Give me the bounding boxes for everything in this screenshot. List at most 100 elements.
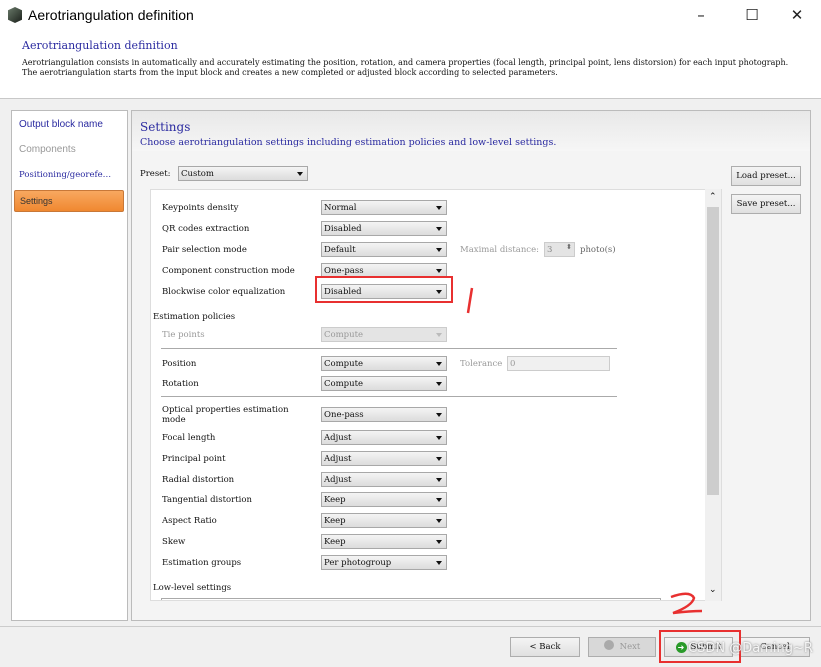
radial-select[interactable]: Adjust	[321, 472, 447, 487]
position-value: Compute	[324, 359, 364, 369]
focal-value: Adjust	[324, 433, 352, 443]
component-select[interactable]: One-pass	[321, 263, 447, 278]
pair-select[interactable]: Default	[321, 242, 447, 257]
principal-value: Adjust	[324, 454, 352, 464]
chevron-down-icon	[436, 436, 442, 440]
rotation-value: Compute	[324, 379, 364, 389]
keypoints-select[interactable]: Normal	[321, 200, 447, 215]
chevron-down-icon	[436, 206, 442, 210]
maximal-distance-unit: photo(s)	[580, 245, 616, 255]
position-label: Position	[162, 359, 197, 369]
qr-value: Disabled	[324, 224, 362, 234]
next-button[interactable]: Next	[588, 637, 656, 657]
focal-select[interactable]: Adjust	[321, 430, 447, 445]
sidebar-item-positioning[interactable]: Positioning/georefe…	[19, 170, 111, 180]
pair-value: Default	[324, 245, 356, 255]
chevron-down-icon	[436, 382, 442, 386]
description-line: The aerotriangulation starts from the in…	[22, 68, 558, 77]
rotation-label: Rotation	[162, 379, 199, 389]
app-icon	[8, 7, 22, 23]
tolerance-input[interactable]: 0	[507, 356, 610, 371]
window-title: Aerotriangulation definition	[28, 7, 194, 23]
preset-select[interactable]: Custom	[178, 166, 308, 181]
principal-label: Principal point	[162, 454, 226, 464]
settings-page: Settings Choose aerotriangulation settin…	[131, 110, 811, 621]
chevron-down-icon	[436, 561, 442, 565]
tangential-label: Tangential distortion	[162, 495, 252, 505]
vertical-scrollbar[interactable]: ⌃ ⌄	[705, 189, 721, 601]
groups-label: Estimation groups	[162, 558, 242, 568]
chevron-down-icon	[436, 540, 442, 544]
chevron-down-icon	[436, 333, 442, 337]
next-label: Next	[619, 642, 641, 652]
load-preset-button[interactable]: Load preset...	[731, 166, 801, 186]
chevron-up-icon[interactable]: ⌃	[709, 192, 717, 202]
principal-select[interactable]: Adjust	[321, 451, 447, 466]
chevron-down-icon	[436, 478, 442, 482]
aspect-label: Aspect Ratio	[162, 516, 217, 526]
chevron-down-icon	[436, 227, 442, 231]
page-subtitle: Choose aerotriangulation settings includ…	[140, 137, 557, 148]
position-select[interactable]: Compute	[321, 356, 447, 371]
tangential-value: Keep	[324, 495, 346, 505]
optical-value: One-pass	[324, 410, 364, 420]
back-button[interactable]: < Back	[510, 637, 580, 657]
skew-label: Skew	[162, 537, 186, 547]
minimize-button[interactable]: –	[686, 4, 716, 26]
radial-value: Adjust	[324, 475, 352, 485]
save-preset-button[interactable]: Save preset...	[731, 194, 801, 214]
chevron-down-icon	[436, 457, 442, 461]
chevron-down-icon	[436, 519, 442, 523]
chevron-down-icon	[436, 248, 442, 252]
sidebar-item-output-block-name[interactable]: Output block name	[19, 119, 103, 130]
sidebar-item-settings[interactable]: Settings	[14, 190, 124, 212]
tolerance-label: Tolerance	[460, 359, 503, 369]
submit-arrow-icon: ➜	[675, 642, 687, 653]
description-line: Aerotriangulation consists in automatica…	[22, 58, 789, 67]
low-level-settings-box	[161, 598, 661, 600]
spinner-arrows-icon[interactable]: ⬍	[566, 243, 572, 251]
header-title: Aerotriangulation definition	[22, 39, 178, 52]
aspect-value: Keep	[324, 516, 346, 526]
scrollbar-thumb[interactable]	[707, 207, 719, 495]
close-button[interactable]: ✕	[782, 4, 812, 26]
component-label: Component construction mode	[162, 266, 295, 276]
optical-select[interactable]: One-pass	[321, 407, 447, 422]
sidebar-item-components[interactable]: Components	[19, 144, 76, 155]
preset-label: Preset:	[140, 169, 171, 179]
pair-label: Pair selection mode	[162, 245, 247, 255]
section-heading: Estimation policies	[153, 312, 236, 322]
focal-label: Focal length	[162, 433, 216, 443]
tolerance-value: 0	[510, 359, 516, 369]
groups-select[interactable]: Per photogroup	[321, 555, 447, 570]
keypoints-value: Normal	[324, 203, 357, 213]
settings-header: Settings Choose aerotriangulation settin…	[132, 111, 810, 151]
chevron-down-icon	[436, 498, 442, 502]
maximal-distance-spinner[interactable]: 3 ⬍	[544, 242, 575, 257]
chevron-down-icon[interactable]: ⌄	[709, 585, 717, 595]
radial-label: Radial distortion	[162, 475, 235, 485]
aspect-select[interactable]: Keep	[321, 513, 447, 528]
separator	[161, 396, 617, 397]
tie-select[interactable]: Compute	[321, 327, 447, 342]
title-bar: Aerotriangulation definition – ☐ ✕	[0, 0, 821, 31]
groups-value: Per photogroup	[324, 558, 392, 568]
tangential-select[interactable]: Keep	[321, 492, 447, 507]
keypoints-label: Keypoints density	[162, 203, 239, 213]
qr-select[interactable]: Disabled	[321, 221, 447, 236]
skew-value: Keep	[324, 537, 346, 547]
next-arrow-icon	[603, 640, 614, 650]
rotation-select[interactable]: Compute	[321, 376, 447, 391]
skew-select[interactable]: Keep	[321, 534, 447, 549]
chevron-down-icon	[436, 290, 442, 294]
chevron-down-icon	[436, 269, 442, 273]
preset-value: Custom	[181, 169, 214, 179]
wizard-steps-sidebar: Output block name Components Positioning…	[11, 110, 128, 621]
qr-label: QR codes extraction	[162, 224, 250, 234]
blockwise-select[interactable]: Disabled	[321, 284, 447, 299]
maximize-button[interactable]: ☐	[737, 4, 767, 26]
settings-scroll-area: Keypoints density Normal QR codes extracti…	[150, 189, 722, 601]
separator	[161, 348, 617, 349]
chevron-down-icon	[436, 362, 442, 366]
maximal-distance-value: 3	[547, 245, 553, 255]
